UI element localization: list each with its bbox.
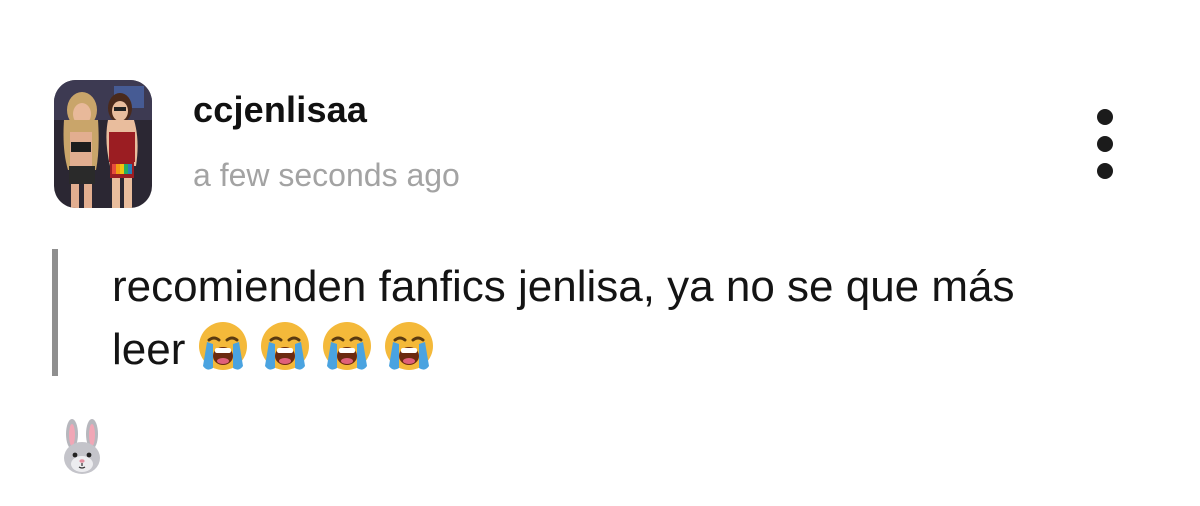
loudly-crying-face-icon <box>381 318 437 374</box>
post-card: ccjenlisaa a few seconds ago recomienden… <box>0 0 1200 506</box>
reaction-button[interactable] <box>58 418 106 476</box>
rabbit-face-icon <box>64 419 100 474</box>
loudly-crying-face-icon <box>257 318 313 374</box>
more-options-icon-dot <box>1097 163 1113 179</box>
post-text-line: recomienden fanfics jenlisa, ya no se qu… <box>112 262 1015 311</box>
post-text-line-2: leer <box>112 318 1152 391</box>
post-body: recomienden fanfics jenlisa, ya no se qu… <box>112 256 1152 391</box>
more-options-button[interactable] <box>1086 106 1124 182</box>
more-options-icon <box>1097 109 1113 125</box>
avatar[interactable] <box>54 80 152 208</box>
post-timestamp: a few seconds ago <box>193 157 460 193</box>
quote-bar <box>52 249 58 376</box>
emoji-group <box>195 318 443 391</box>
post-text-word: leer <box>112 325 186 374</box>
username[interactable]: ccjenlisaa <box>193 89 367 131</box>
loudly-crying-face-icon <box>319 318 375 374</box>
avatar-image <box>54 80 152 208</box>
loudly-crying-face-icon <box>195 318 251 374</box>
more-options-icon-dot <box>1097 136 1113 152</box>
